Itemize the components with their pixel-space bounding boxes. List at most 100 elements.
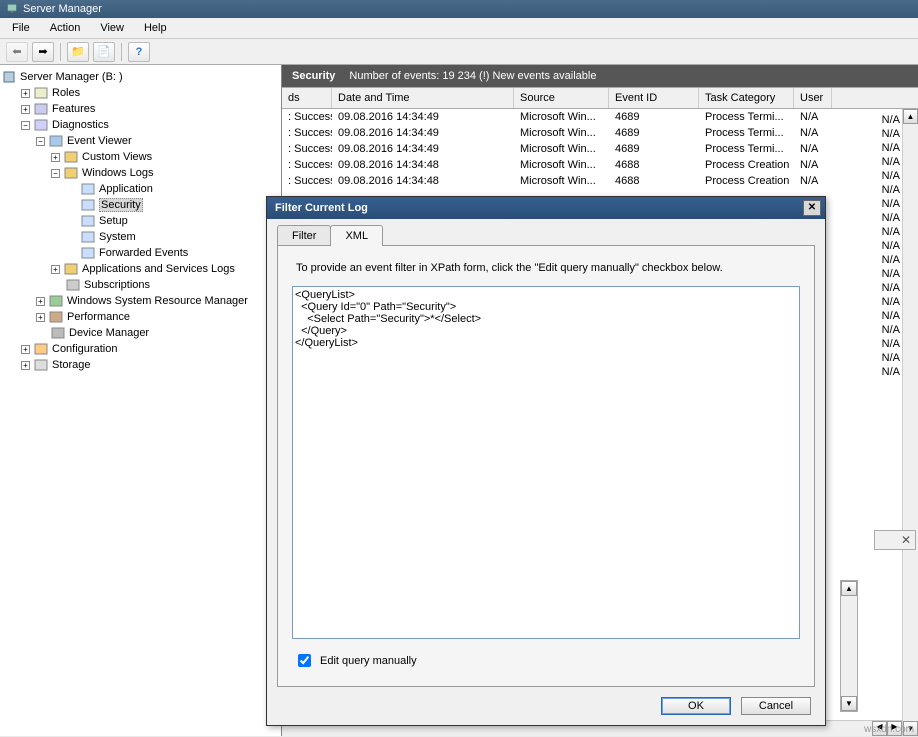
cell-source: Microsoft Win...	[514, 126, 609, 140]
edit-manually-checkbox[interactable]	[298, 654, 311, 667]
cell-user: N/A	[882, 197, 900, 211]
tree-item-label: Setup	[99, 215, 128, 227]
menu-file[interactable]: File	[4, 20, 38, 36]
event-row[interactable]: : Success 09.08.2016 14:34:49 Microsoft …	[282, 109, 918, 125]
tree-item-roles[interactable]: + Roles	[2, 85, 279, 101]
tree-item-subscriptions[interactable]: Subscriptions	[2, 277, 279, 293]
col-keywords[interactable]: ds	[282, 88, 332, 108]
expand-icon[interactable]: +	[36, 297, 45, 306]
tree-item-forwarded-events[interactable]: Forwarded Events	[2, 245, 279, 261]
tree-item-system[interactable]: System	[2, 229, 279, 245]
event-row[interactable]: : Success 09.08.2016 14:34:49 Microsoft …	[282, 125, 918, 141]
col-datetime[interactable]: Date and Time	[332, 88, 514, 108]
help-icon: ?	[136, 46, 143, 58]
tree-item-setup[interactable]: Setup	[2, 213, 279, 229]
expand-icon[interactable]: +	[21, 89, 30, 98]
tree-item-label: Custom Views	[82, 151, 152, 163]
tree-item-label: Event Viewer	[67, 135, 132, 147]
column-headers[interactable]: ds Date and Time Source Event ID Task Ca…	[282, 87, 918, 109]
cell-user: N/A	[794, 126, 832, 140]
cell-taskcategory: Process Termi...	[699, 110, 794, 124]
tree-item-device-manager[interactable]: Device Manager	[2, 325, 279, 341]
tree-item-storage[interactable]: + Storage	[2, 357, 279, 373]
event-row[interactable]: : Success 09.08.2016 14:34:48 Microsoft …	[282, 157, 918, 173]
tree-item-performance[interactable]: + Performance	[2, 309, 279, 325]
close-icon[interactable]: ✕	[901, 533, 911, 547]
col-source[interactable]: Source	[514, 88, 609, 108]
collapse-icon[interactable]: −	[36, 137, 45, 146]
cell-user: N/A	[882, 141, 900, 155]
properties-icon: 📄	[97, 45, 111, 58]
tree-item-configuration[interactable]: + Configuration	[2, 341, 279, 357]
close-panel[interactable]: ✕	[874, 530, 916, 550]
cell-datetime: 09.08.2016 14:34:48	[332, 158, 514, 172]
menubar: File Action View Help	[0, 18, 918, 39]
nav-tree[interactable]: Server Manager (B: ) + Roles + Features …	[0, 65, 282, 736]
col-user[interactable]: User	[794, 88, 832, 108]
scroll-up-icon[interactable]: ▲	[841, 581, 857, 596]
col-taskcategory[interactable]: Task Category	[699, 88, 794, 108]
back-button[interactable]: ⬅	[6, 42, 28, 62]
app-icon	[6, 2, 18, 17]
folder-up-button[interactable]: 📁	[67, 42, 89, 62]
properties-button[interactable]: 📄	[93, 42, 115, 62]
mini-scrollbar[interactable]: ▲ ▼	[840, 580, 858, 712]
collapse-icon[interactable]: −	[21, 121, 30, 130]
cell-eventid: 4689	[609, 142, 699, 156]
cell-user: N/A	[882, 113, 900, 127]
collapse-icon[interactable]: −	[51, 169, 60, 178]
expand-icon[interactable]: +	[51, 265, 60, 274]
cell-user: N/A	[882, 351, 900, 365]
tree-item-features[interactable]: + Features	[2, 101, 279, 117]
tree-item-application[interactable]: Application	[2, 181, 279, 197]
event-row[interactable]: : Success 09.08.2016 14:34:48 Microsoft …	[282, 173, 918, 189]
dialog-titlebar[interactable]: Filter Current Log ✕	[267, 197, 825, 219]
menu-action[interactable]: Action	[42, 20, 89, 36]
tree-item-security[interactable]: Security	[2, 197, 279, 213]
expand-icon[interactable]: +	[21, 345, 30, 354]
xml-query-textarea[interactable]	[292, 286, 800, 639]
expand-icon[interactable]: +	[51, 153, 60, 162]
ok-button[interactable]: OK	[661, 697, 731, 715]
cell-datetime: 09.08.2016 14:34:48	[332, 174, 514, 188]
tree-item-diagnostics[interactable]: − Diagnostics	[2, 117, 279, 133]
tree-item-applications-and-services-logs[interactable]: + Applications and Services Logs	[2, 261, 279, 277]
menu-view[interactable]: View	[92, 20, 132, 36]
cancel-button[interactable]: Cancel	[741, 697, 811, 715]
cell-taskcategory: Process Creation	[699, 174, 794, 188]
expand-icon[interactable]: +	[21, 105, 30, 114]
dialog-title: Filter Current Log	[275, 202, 368, 214]
tree-item-label: Windows System Resource Manager	[67, 295, 248, 307]
panel-title: Security	[292, 70, 335, 82]
tree-item-windows-system-resource-manager[interactable]: + Windows System Resource Manager	[2, 293, 279, 309]
vertical-scrollbar[interactable]: ▲ ▼	[902, 109, 918, 736]
tree-root[interactable]: Server Manager (B: )	[2, 69, 279, 85]
forward-button[interactable]: ➡	[32, 42, 54, 62]
tree-item-custom-views[interactable]: + Custom Views	[2, 149, 279, 165]
cell-taskcategory: Process Termi...	[699, 142, 794, 156]
expand-icon[interactable]: +	[21, 361, 30, 370]
cell-user: N/A	[882, 155, 900, 169]
tree-item-label: Applications and Services Logs	[82, 263, 235, 275]
cell-datetime: 09.08.2016 14:34:49	[332, 142, 514, 156]
tree-item-label: Features	[52, 103, 95, 115]
menu-help[interactable]: Help	[136, 20, 175, 36]
scroll-up-icon[interactable]: ▲	[903, 109, 918, 124]
cell-user: N/A	[794, 110, 832, 124]
scroll-down-icon[interactable]: ▼	[841, 696, 857, 711]
tree-item-windows-logs[interactable]: − Windows Logs	[2, 165, 279, 181]
col-eventid[interactable]: Event ID	[609, 88, 699, 108]
cell-user: N/A	[882, 225, 900, 239]
edit-manually-label: Edit query manually	[320, 655, 417, 667]
tree-item-event-viewer[interactable]: − Event Viewer	[2, 133, 279, 149]
event-row[interactable]: : Success 09.08.2016 14:34:49 Microsoft …	[282, 141, 918, 157]
perf-icon	[49, 310, 63, 324]
help-button[interactable]: ?	[128, 42, 150, 62]
tab-xml[interactable]: XML	[330, 225, 383, 246]
dialog-tabs: Filter XML	[277, 225, 815, 246]
cell-keywords: : Success	[282, 126, 332, 140]
tab-filter[interactable]: Filter	[277, 225, 331, 246]
dialog-close-button[interactable]: ✕	[803, 200, 821, 216]
cell-eventid: 4688	[609, 174, 699, 188]
expand-icon[interactable]: +	[36, 313, 45, 322]
